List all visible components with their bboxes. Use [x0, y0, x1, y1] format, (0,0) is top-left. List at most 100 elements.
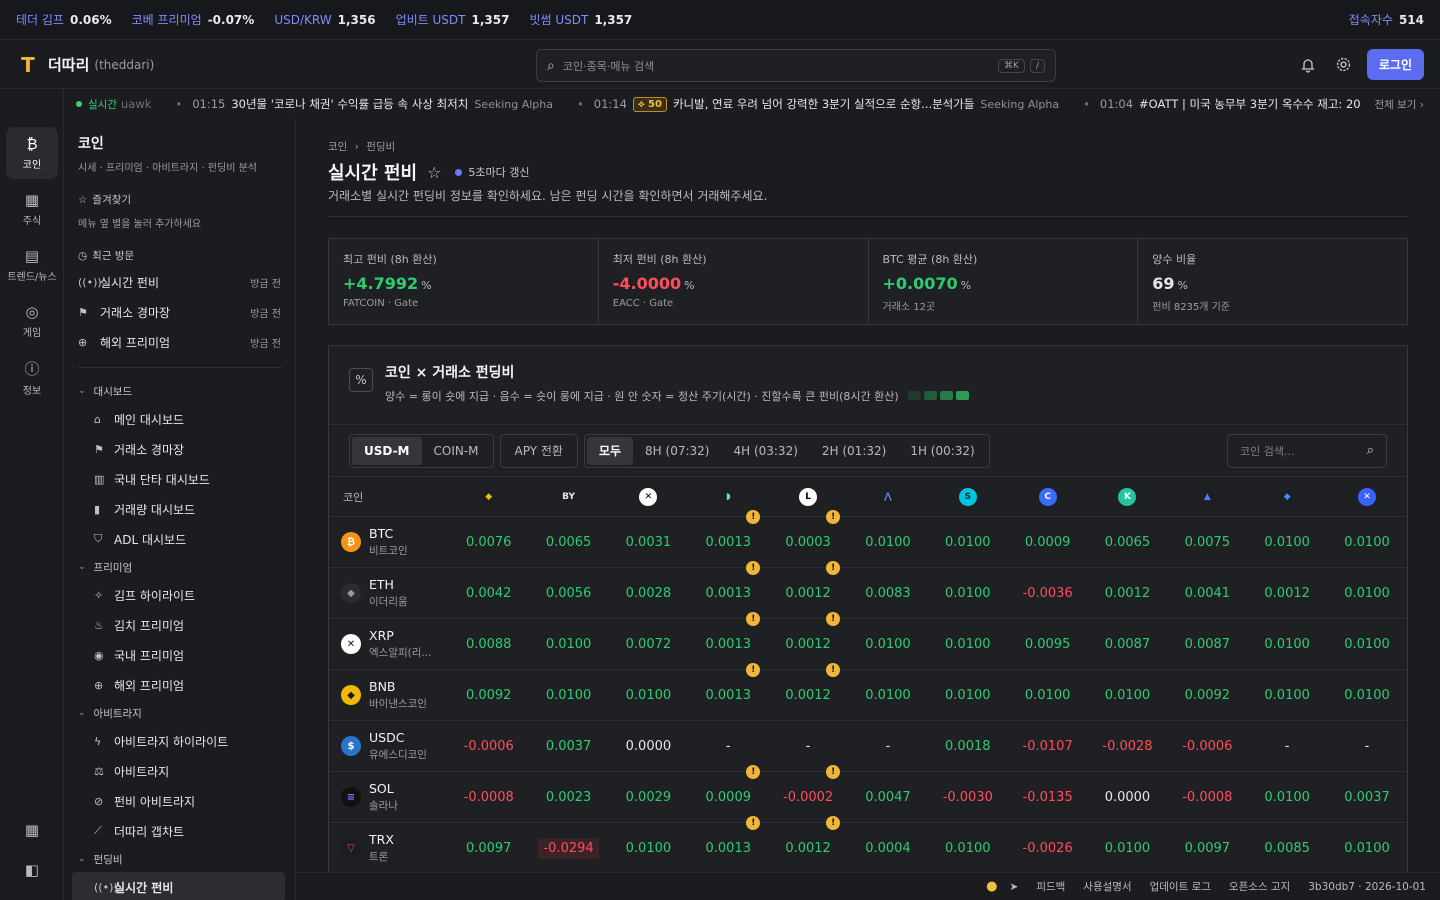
rail-item-trends-news[interactable]: ▤ 트렌드/뉴스 [6, 239, 58, 291]
column-exchange[interactable]: C [1008, 487, 1088, 506]
funding-rate-cell[interactable]: -0.0294 [529, 837, 609, 859]
funding-rate-cell[interactable]: 0.0100 [848, 535, 928, 550]
column-exchange[interactable]: ✕ [608, 487, 688, 506]
funding-rate-cell[interactable]: 0.0000 [1088, 790, 1168, 805]
interval-1h[interactable]: 1H (00:32) [898, 437, 986, 465]
funding-rate-cell[interactable]: - [688, 739, 768, 754]
funding-rate-cell[interactable]: 0.0013! [688, 611, 768, 652]
group-premium[interactable]: ⌄ 프리미엄 [78, 554, 295, 580]
funding-rate-cell[interactable]: 0.0092 [449, 688, 529, 703]
funding-rate-cell[interactable]: 0.0100 [1247, 790, 1327, 805]
funding-rate-cell[interactable]: 0.0042 [449, 586, 529, 601]
column-exchange[interactable]: ⋀ [848, 487, 928, 506]
funding-rate-cell[interactable]: 0.0003! [768, 509, 848, 550]
funding-rate-cell[interactable]: 0.0100 [1247, 535, 1327, 550]
funding-rate-cell[interactable]: 0.0009 [1008, 535, 1088, 550]
sidebar-item-volume[interactable]: ▮ 거래량 대시보드 [78, 494, 295, 524]
footer-changelog[interactable]: 업데이트 로그 [1150, 879, 1211, 894]
table-row[interactable]: ≡ SOL 솔라나 -0.0008 0.0023 0.0029 0.0009! -0.0002… [329, 764, 1407, 822]
funding-rate-cell[interactable]: 0.0047 [848, 790, 928, 805]
column-exchange[interactable]: K [1088, 487, 1168, 506]
column-coin[interactable]: 코인 [329, 489, 449, 505]
funding-rate-cell[interactable]: 0.0100 [1247, 637, 1327, 652]
column-exchange[interactable]: L [768, 487, 848, 506]
rail-item-info[interactable]: ⓘ 정보 [6, 351, 58, 403]
gear-icon[interactable] [1331, 52, 1357, 78]
recent-item[interactable]: ((•)) 실시간 펀비 방금 전 [78, 267, 295, 297]
funding-rate-cell[interactable]: 0.0100 [928, 688, 1008, 703]
coin-cell[interactable]: ▽ TRX 트론 [329, 832, 449, 864]
funding-rate-cell[interactable]: -0.0008 [449, 790, 529, 805]
funding-rate-cell[interactable]: 0.0012! [768, 560, 848, 601]
funding-rate-cell[interactable]: 0.0013! [688, 560, 768, 601]
coin-cell[interactable]: $ USDC 유에스디코인 [329, 730, 449, 762]
sidebar-item-realtime-funding[interactable]: ((•)) 실시간 펀비 [72, 872, 285, 900]
funding-rate-cell[interactable]: 0.0087 [1088, 637, 1168, 652]
funding-rate-cell[interactable]: -0.0107 [1008, 739, 1088, 754]
funding-rate-cell[interactable]: 0.0037 [529, 739, 609, 754]
funding-rate-cell[interactable]: 0.0023 [529, 790, 609, 805]
coin-cell[interactable]: ◆ ETH 이더리움 [329, 577, 449, 609]
funding-rate-cell[interactable]: 0.0012! [768, 815, 848, 856]
sidebar-item-funding-arb[interactable]: ⊘ 펀비 아비트라지 [78, 786, 295, 816]
sidebar-item-adl[interactable]: ⛉ ADL 대시보드 [78, 524, 295, 554]
funding-rate-cell[interactable]: 0.0100 [928, 586, 1008, 601]
column-exchange[interactable]: ◗ [688, 487, 768, 506]
funding-rate-cell[interactable]: 0.0092 [1167, 688, 1247, 703]
sidebar-item-domestic-scalp[interactable]: ▥ 국내 단타 대시보드 [78, 464, 295, 494]
tab-usd-m[interactable]: USD-M [352, 436, 422, 465]
funding-rate-cell[interactable]: 0.0100 [1327, 535, 1407, 550]
funding-rate-cell[interactable]: 0.0012! [768, 662, 848, 703]
funding-rate-cell[interactable]: 0.0012 [1247, 586, 1327, 601]
sidebar-item-overseas-premium[interactable]: ⊕ 해외 프리미엄 [78, 670, 295, 700]
coin-cell[interactable]: ≡ SOL 솔라나 [329, 781, 449, 813]
table-row[interactable]: $ USDC 유에스디코인 -0.0006 0.0037 0.0000 - - - 0.0018 -… [329, 720, 1407, 771]
sidebar-item-domestic-premium[interactable]: ◉ 국내 프리미엄 [78, 640, 295, 670]
funding-rate-cell[interactable]: 0.0013! [688, 815, 768, 856]
funding-rate-cell[interactable]: 0.0075 [1167, 535, 1247, 550]
interval-4h[interactable]: 4H (03:32) [721, 437, 809, 465]
funding-rate-cell[interactable]: 0.0100 [529, 688, 609, 703]
rail-item-game[interactable]: ◎ 게임 [6, 295, 58, 347]
funding-rate-cell[interactable]: 0.0004 [848, 841, 928, 856]
footer-manual[interactable]: 사용설명서 [1083, 879, 1131, 894]
funding-rate-cell[interactable]: 0.0100 [1327, 688, 1407, 703]
funding-rate-cell[interactable]: 0.0012 [1088, 586, 1168, 601]
funding-rate-cell[interactable]: -0.0006 [1167, 739, 1247, 754]
funding-rate-cell[interactable]: 0.0065 [529, 535, 609, 550]
funding-rate-cell[interactable]: 0.0031 [608, 535, 688, 550]
footer-feedback[interactable]: 피드백 [1036, 879, 1065, 894]
funding-rate-cell[interactable]: 0.0088 [449, 637, 529, 652]
funding-rate-cell[interactable]: 0.0100 [928, 637, 1008, 652]
table-row[interactable]: ◆ ETH 이더리움 0.0042 0.0056 0.0028 0.0013! 0.0012!… [329, 560, 1407, 618]
rail-item-coin[interactable]: ₿ 코인 [6, 127, 58, 179]
column-exchange[interactable]: BY [529, 487, 609, 506]
funding-rate-cell[interactable]: 0.0100 [1008, 688, 1088, 703]
funding-rate-cell[interactable]: 0.0076 [449, 535, 529, 550]
funding-rate-cell[interactable]: 0.0100 [1088, 841, 1168, 856]
column-exchange[interactable]: ✕ [1327, 487, 1407, 506]
funding-rate-cell[interactable]: 0.0100 [848, 688, 928, 703]
funding-rate-cell[interactable]: 0.0100 [928, 841, 1008, 856]
funding-rate-cell[interactable]: 0.0041 [1167, 586, 1247, 601]
funding-rate-cell[interactable]: 0.0000 [608, 739, 688, 754]
table-row[interactable]: ₿ BTC 비트코인 0.0076 0.0065 0.0031 0.0013! 0.0003!… [329, 509, 1407, 567]
funding-rate-cell[interactable]: 0.0056 [529, 586, 609, 601]
funding-rate-cell[interactable]: 0.0085 [1247, 841, 1327, 856]
funding-rate-cell[interactable]: -0.0135 [1008, 790, 1088, 805]
group-funding[interactable]: ⌄ 펀딩비 [78, 846, 295, 872]
funding-rate-cell[interactable]: 0.0012! [768, 611, 848, 652]
recent-item[interactable]: ⚑ 거래소 경마장 방금 전 [78, 297, 295, 327]
table-row[interactable]: ◆ BNB 바이낸스코인 0.0092 0.0100 0.0100 0.0013! 0.001… [329, 662, 1407, 720]
funding-rate-cell[interactable]: 0.0065 [1088, 535, 1168, 550]
interval-all[interactable]: 모두 [586, 436, 634, 465]
funding-rate-cell[interactable]: 0.0100 [529, 637, 609, 652]
funding-rate-cell[interactable]: - [1327, 739, 1407, 754]
funding-rate-cell[interactable]: 0.0100 [1327, 841, 1407, 856]
funding-rate-cell[interactable]: - [1247, 739, 1327, 754]
coin-search-input[interactable]: 코인 검색... ⌕ [1227, 433, 1387, 468]
column-exchange[interactable]: S [928, 487, 1008, 506]
funding-rate-cell[interactable]: 0.0013! [688, 509, 768, 550]
funding-rate-cell[interactable]: 0.0013! [688, 662, 768, 703]
sidebar-item-arbitrage[interactable]: ⚖ 아비트라지 [78, 756, 295, 786]
